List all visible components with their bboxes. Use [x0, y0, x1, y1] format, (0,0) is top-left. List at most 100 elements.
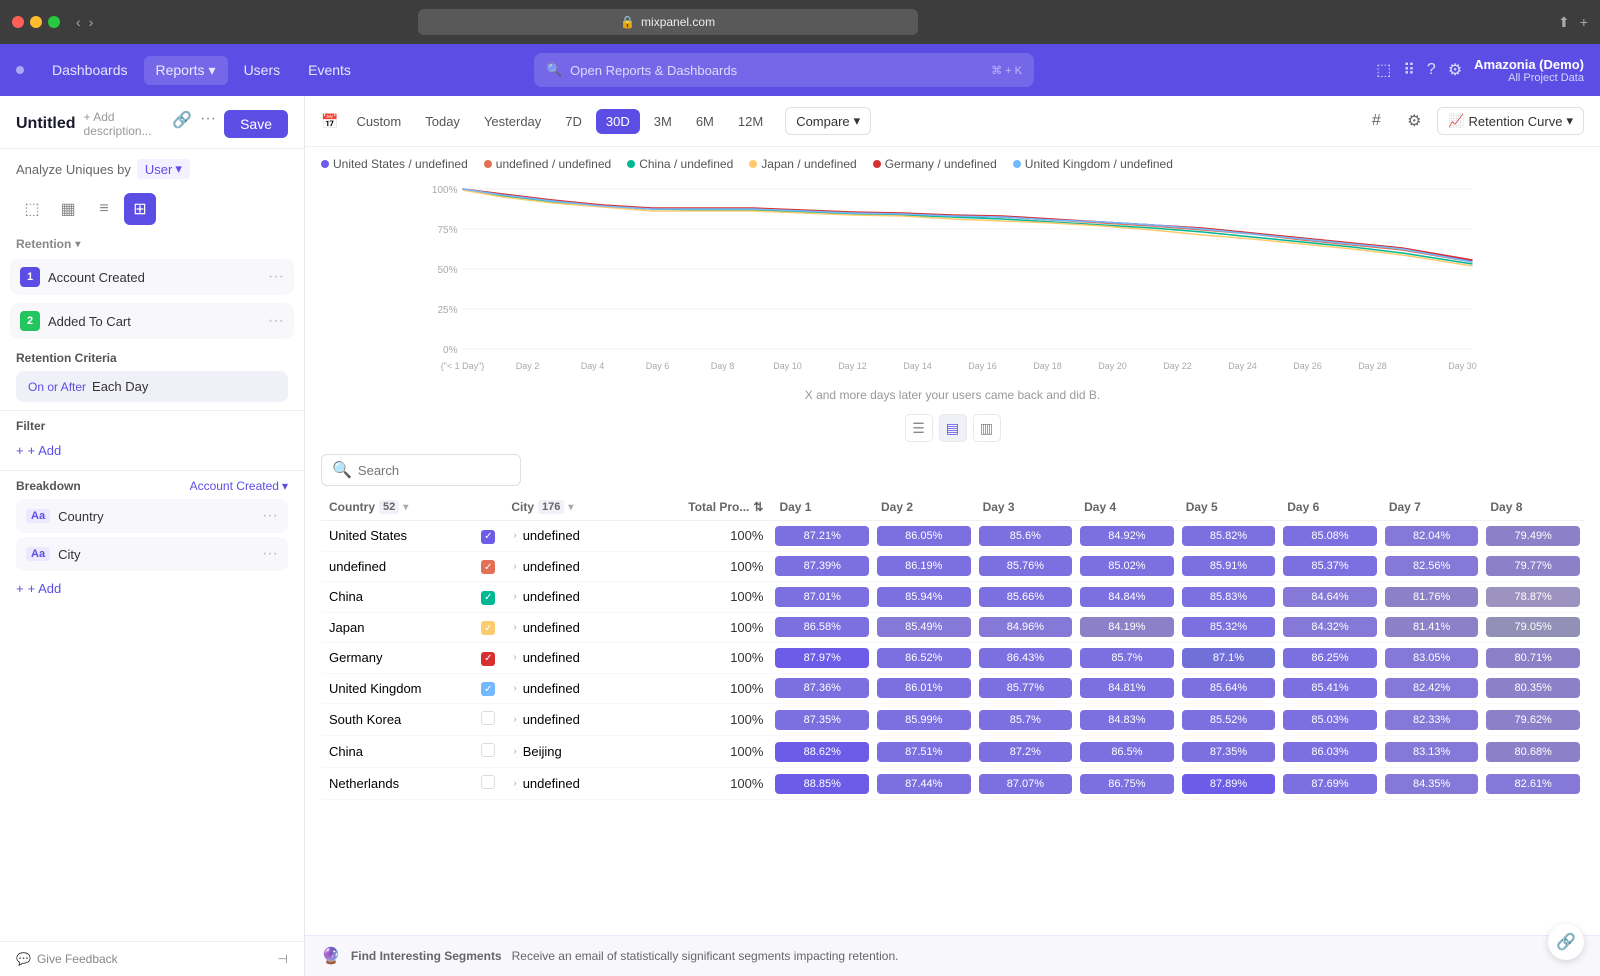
- analyze-value[interactable]: User ▾: [137, 159, 190, 179]
- breakdown-value[interactable]: Account Created ▾: [190, 479, 288, 493]
- breakdown-more-city[interactable]: ···: [262, 545, 278, 563]
- col-header-country[interactable]: Country 52 ▾: [321, 494, 473, 521]
- cell-day8-row2: 78.87%: [1482, 582, 1584, 613]
- event-name-1: Account Created: [48, 270, 260, 285]
- expand-arrow-5[interactable]: ›: [513, 683, 516, 694]
- time-btn-custom[interactable]: Custom: [346, 109, 411, 134]
- expand-arrow-6[interactable]: ›: [513, 714, 516, 725]
- svg-text:Day 24: Day 24: [1228, 361, 1257, 371]
- col-header-day7[interactable]: Day 7: [1381, 494, 1483, 521]
- cell-day5-row3: 85.32%: [1178, 612, 1280, 643]
- chart-type-number[interactable]: ≡: [88, 193, 120, 225]
- link-icon[interactable]: 🔗: [172, 110, 192, 138]
- settings-icon[interactable]: ⚙: [1448, 60, 1462, 80]
- maximize-traffic-light[interactable]: [48, 16, 60, 28]
- breakdown-add-button[interactable]: + + Add: [16, 577, 288, 600]
- cell-day6-row8: 87.69%: [1279, 768, 1381, 800]
- sidebar-footer[interactable]: 💬 Give Feedback ⊣: [0, 941, 304, 976]
- criteria-chip[interactable]: On or After Each Day: [16, 371, 288, 402]
- address-bar[interactable]: 🔒 mixpanel.com: [418, 9, 918, 35]
- col-header-total[interactable]: Total Pro... ⇅: [656, 494, 772, 521]
- share-icon[interactable]: ⬆: [1558, 14, 1570, 31]
- retention-curve-button[interactable]: 📈 Retention Curve ▾: [1437, 107, 1584, 135]
- grid-icon[interactable]: ⠿: [1403, 60, 1415, 80]
- add-description[interactable]: + Add description...: [84, 110, 165, 138]
- cell-day3-row1: 85.76%: [975, 551, 1077, 582]
- nav-reports[interactable]: Reports ▾: [144, 56, 228, 85]
- col-header-day3[interactable]: Day 3: [975, 494, 1077, 521]
- col-header-day1[interactable]: Day 1: [771, 494, 873, 521]
- floating-link-button[interactable]: 🔗: [1548, 924, 1584, 960]
- search-shortcut: ⌘ + K: [991, 64, 1022, 77]
- view-btn-expanded[interactable]: ▥: [973, 414, 1001, 442]
- compare-button[interactable]: Compare ▾: [785, 107, 871, 135]
- grid-toolbar-icon[interactable]: #: [1361, 106, 1391, 136]
- collapse-icon[interactable]: ⊣: [278, 952, 288, 966]
- close-traffic-light[interactable]: [12, 16, 24, 28]
- minimize-traffic-light[interactable]: [30, 16, 42, 28]
- time-btn-yesterday[interactable]: Yesterday: [474, 109, 551, 134]
- lock-icon: 🔒: [620, 15, 635, 29]
- cell-checkbox-5[interactable]: ✓: [473, 673, 503, 704]
- breakdown-label: Breakdown: [16, 479, 81, 493]
- search-icon: 🔍: [546, 62, 562, 78]
- cell-checkbox-4[interactable]: ✓: [473, 643, 503, 674]
- chart-type-line[interactable]: ⬚: [16, 193, 48, 225]
- col-header-day8[interactable]: Day 8: [1482, 494, 1584, 521]
- nav-events[interactable]: Events: [296, 56, 363, 85]
- time-btn-30d[interactable]: 30D: [596, 109, 640, 134]
- cell-checkbox-7[interactable]: [473, 736, 503, 768]
- time-btn-today[interactable]: Today: [415, 109, 470, 134]
- expand-arrow-1[interactable]: ›: [513, 561, 516, 572]
- back-icon[interactable]: ‹: [76, 14, 81, 30]
- col-header-city[interactable]: City 176 ▾: [503, 494, 655, 521]
- expand-arrow-3[interactable]: ›: [513, 622, 516, 633]
- time-btn-3m[interactable]: 3M: [644, 109, 682, 134]
- time-btn-12m[interactable]: 12M: [728, 109, 773, 134]
- more-icon[interactable]: ···: [200, 110, 216, 138]
- view-btn-compact[interactable]: ☰: [905, 414, 933, 442]
- new-tab-icon[interactable]: +: [1580, 14, 1588, 31]
- col-header-day2[interactable]: Day 2: [873, 494, 975, 521]
- time-btn-6m[interactable]: 6M: [686, 109, 724, 134]
- col-header-day6[interactable]: Day 6: [1279, 494, 1381, 521]
- cell-checkbox-6[interactable]: [473, 704, 503, 736]
- expand-arrow-2[interactable]: ›: [513, 591, 516, 602]
- view-btn-normal[interactable]: ▤: [939, 414, 967, 442]
- settings-toolbar-icon[interactable]: ⚙: [1399, 106, 1429, 136]
- cell-checkbox-3[interactable]: ✓: [473, 612, 503, 643]
- col-header-day5[interactable]: Day 5: [1178, 494, 1280, 521]
- col-header-day4[interactable]: Day 4: [1076, 494, 1178, 521]
- search-input-wrap[interactable]: 🔍: [321, 454, 521, 486]
- time-btn-7d[interactable]: 7D: [555, 109, 592, 134]
- nav-dashboards[interactable]: Dashboards: [40, 56, 140, 85]
- search-input[interactable]: [358, 463, 498, 478]
- main-layout: Untitled + Add description... 🔗 ··· Save…: [0, 96, 1600, 976]
- event-item-1[interactable]: 1 Account Created ···: [10, 259, 294, 295]
- breakdown-item-city[interactable]: Aa City ···: [16, 537, 288, 571]
- help-icon[interactable]: ?: [1427, 61, 1436, 79]
- breakdown-more-country[interactable]: ···: [262, 507, 278, 525]
- forward-icon[interactable]: ›: [89, 14, 94, 30]
- save-button[interactable]: Save: [224, 110, 288, 138]
- chart-type-table[interactable]: ⊞: [124, 193, 156, 225]
- chart-type-bar[interactable]: ▦: [52, 193, 84, 225]
- cell-day1-row4: 87.97%: [771, 643, 873, 674]
- cell-checkbox-8[interactable]: [473, 768, 503, 800]
- notifications-icon[interactable]: ⬚: [1376, 60, 1391, 80]
- event-more-2[interactable]: ···: [268, 312, 284, 330]
- event-more-1[interactable]: ···: [268, 268, 284, 286]
- nav-users[interactable]: Users: [232, 56, 293, 85]
- expand-arrow-0[interactable]: ›: [513, 530, 516, 541]
- filter-add-button[interactable]: + + Add: [16, 439, 288, 462]
- cell-checkbox-0[interactable]: ✓: [473, 521, 503, 552]
- cell-checkbox-2[interactable]: ✓: [473, 582, 503, 613]
- expand-arrow-8[interactable]: ›: [513, 778, 516, 789]
- event-item-2[interactable]: 2 Added To Cart ···: [10, 303, 294, 339]
- cell-total-1: 100%: [656, 551, 772, 582]
- nav-search[interactable]: 🔍 Open Reports & Dashboards ⌘ + K: [534, 53, 1034, 87]
- expand-arrow-7[interactable]: ›: [513, 746, 516, 757]
- expand-arrow-4[interactable]: ›: [513, 652, 516, 663]
- breakdown-item-country[interactable]: Aa Country ···: [16, 499, 288, 533]
- cell-checkbox-1[interactable]: ✓: [473, 551, 503, 582]
